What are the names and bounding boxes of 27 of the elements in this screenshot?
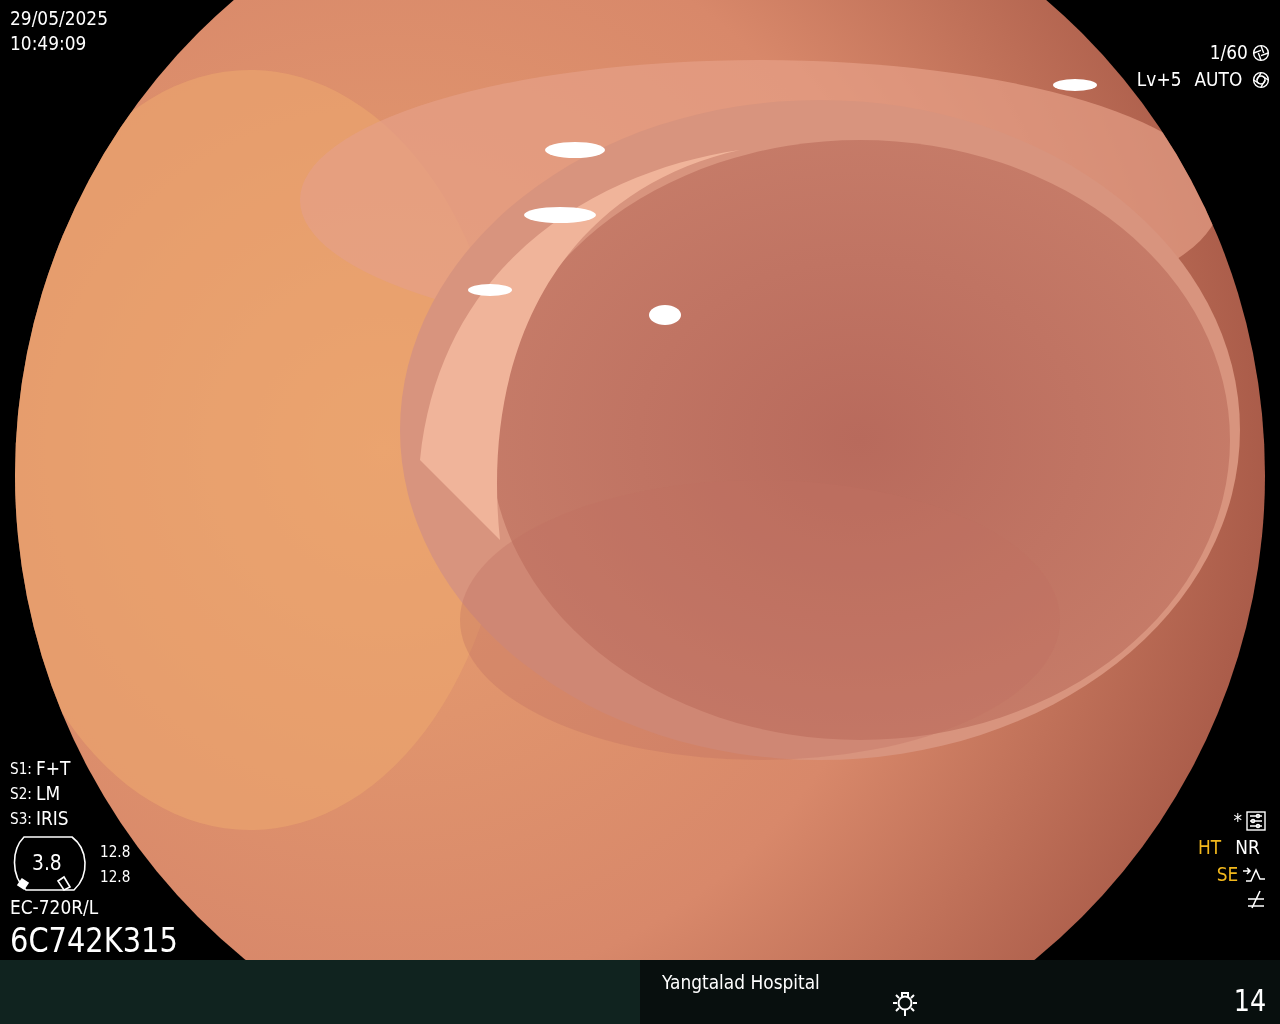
enhancement-indicator: NR: [1235, 835, 1260, 860]
light-level-text: Lv+5: [1137, 67, 1182, 92]
switch-value: F+T: [35, 756, 71, 781]
time-text: 10:49:09: [10, 31, 88, 56]
enhancement-indicator: HT: [1197, 835, 1222, 860]
marker-text: *: [1233, 808, 1242, 833]
reading-text: 12.8: [100, 841, 131, 863]
image-count: 14: [1233, 984, 1266, 1018]
sliders-icon: [1246, 810, 1266, 831]
scope-model-text: EC-720R/L: [10, 895, 100, 920]
aperture-icon: [1252, 70, 1270, 89]
reading-text: 12.8: [100, 866, 131, 888]
shutter-speed-text: 1/60: [1209, 40, 1248, 65]
switch-label: S1:: [10, 758, 32, 780]
switch-label: S2:: [10, 783, 32, 805]
structure-enhancement-indicator: SE: [1216, 862, 1238, 887]
switch-label: S3:: [10, 808, 32, 830]
hospital-name: Yangtalad Hospital: [662, 970, 820, 995]
switch-value: IRIS: [35, 806, 69, 831]
date-text: 29/05/2025: [10, 6, 108, 31]
iris-mode-text: AUTO: [1194, 67, 1242, 92]
slashed-wave-icon: [1246, 889, 1266, 909]
serial-number-text: 6C742K315: [10, 920, 178, 960]
switch-value: LM: [35, 781, 60, 806]
curve-icon: [1242, 864, 1266, 885]
shutter-icon: [1252, 43, 1270, 62]
zoom-value-text: 3.8: [32, 850, 62, 875]
